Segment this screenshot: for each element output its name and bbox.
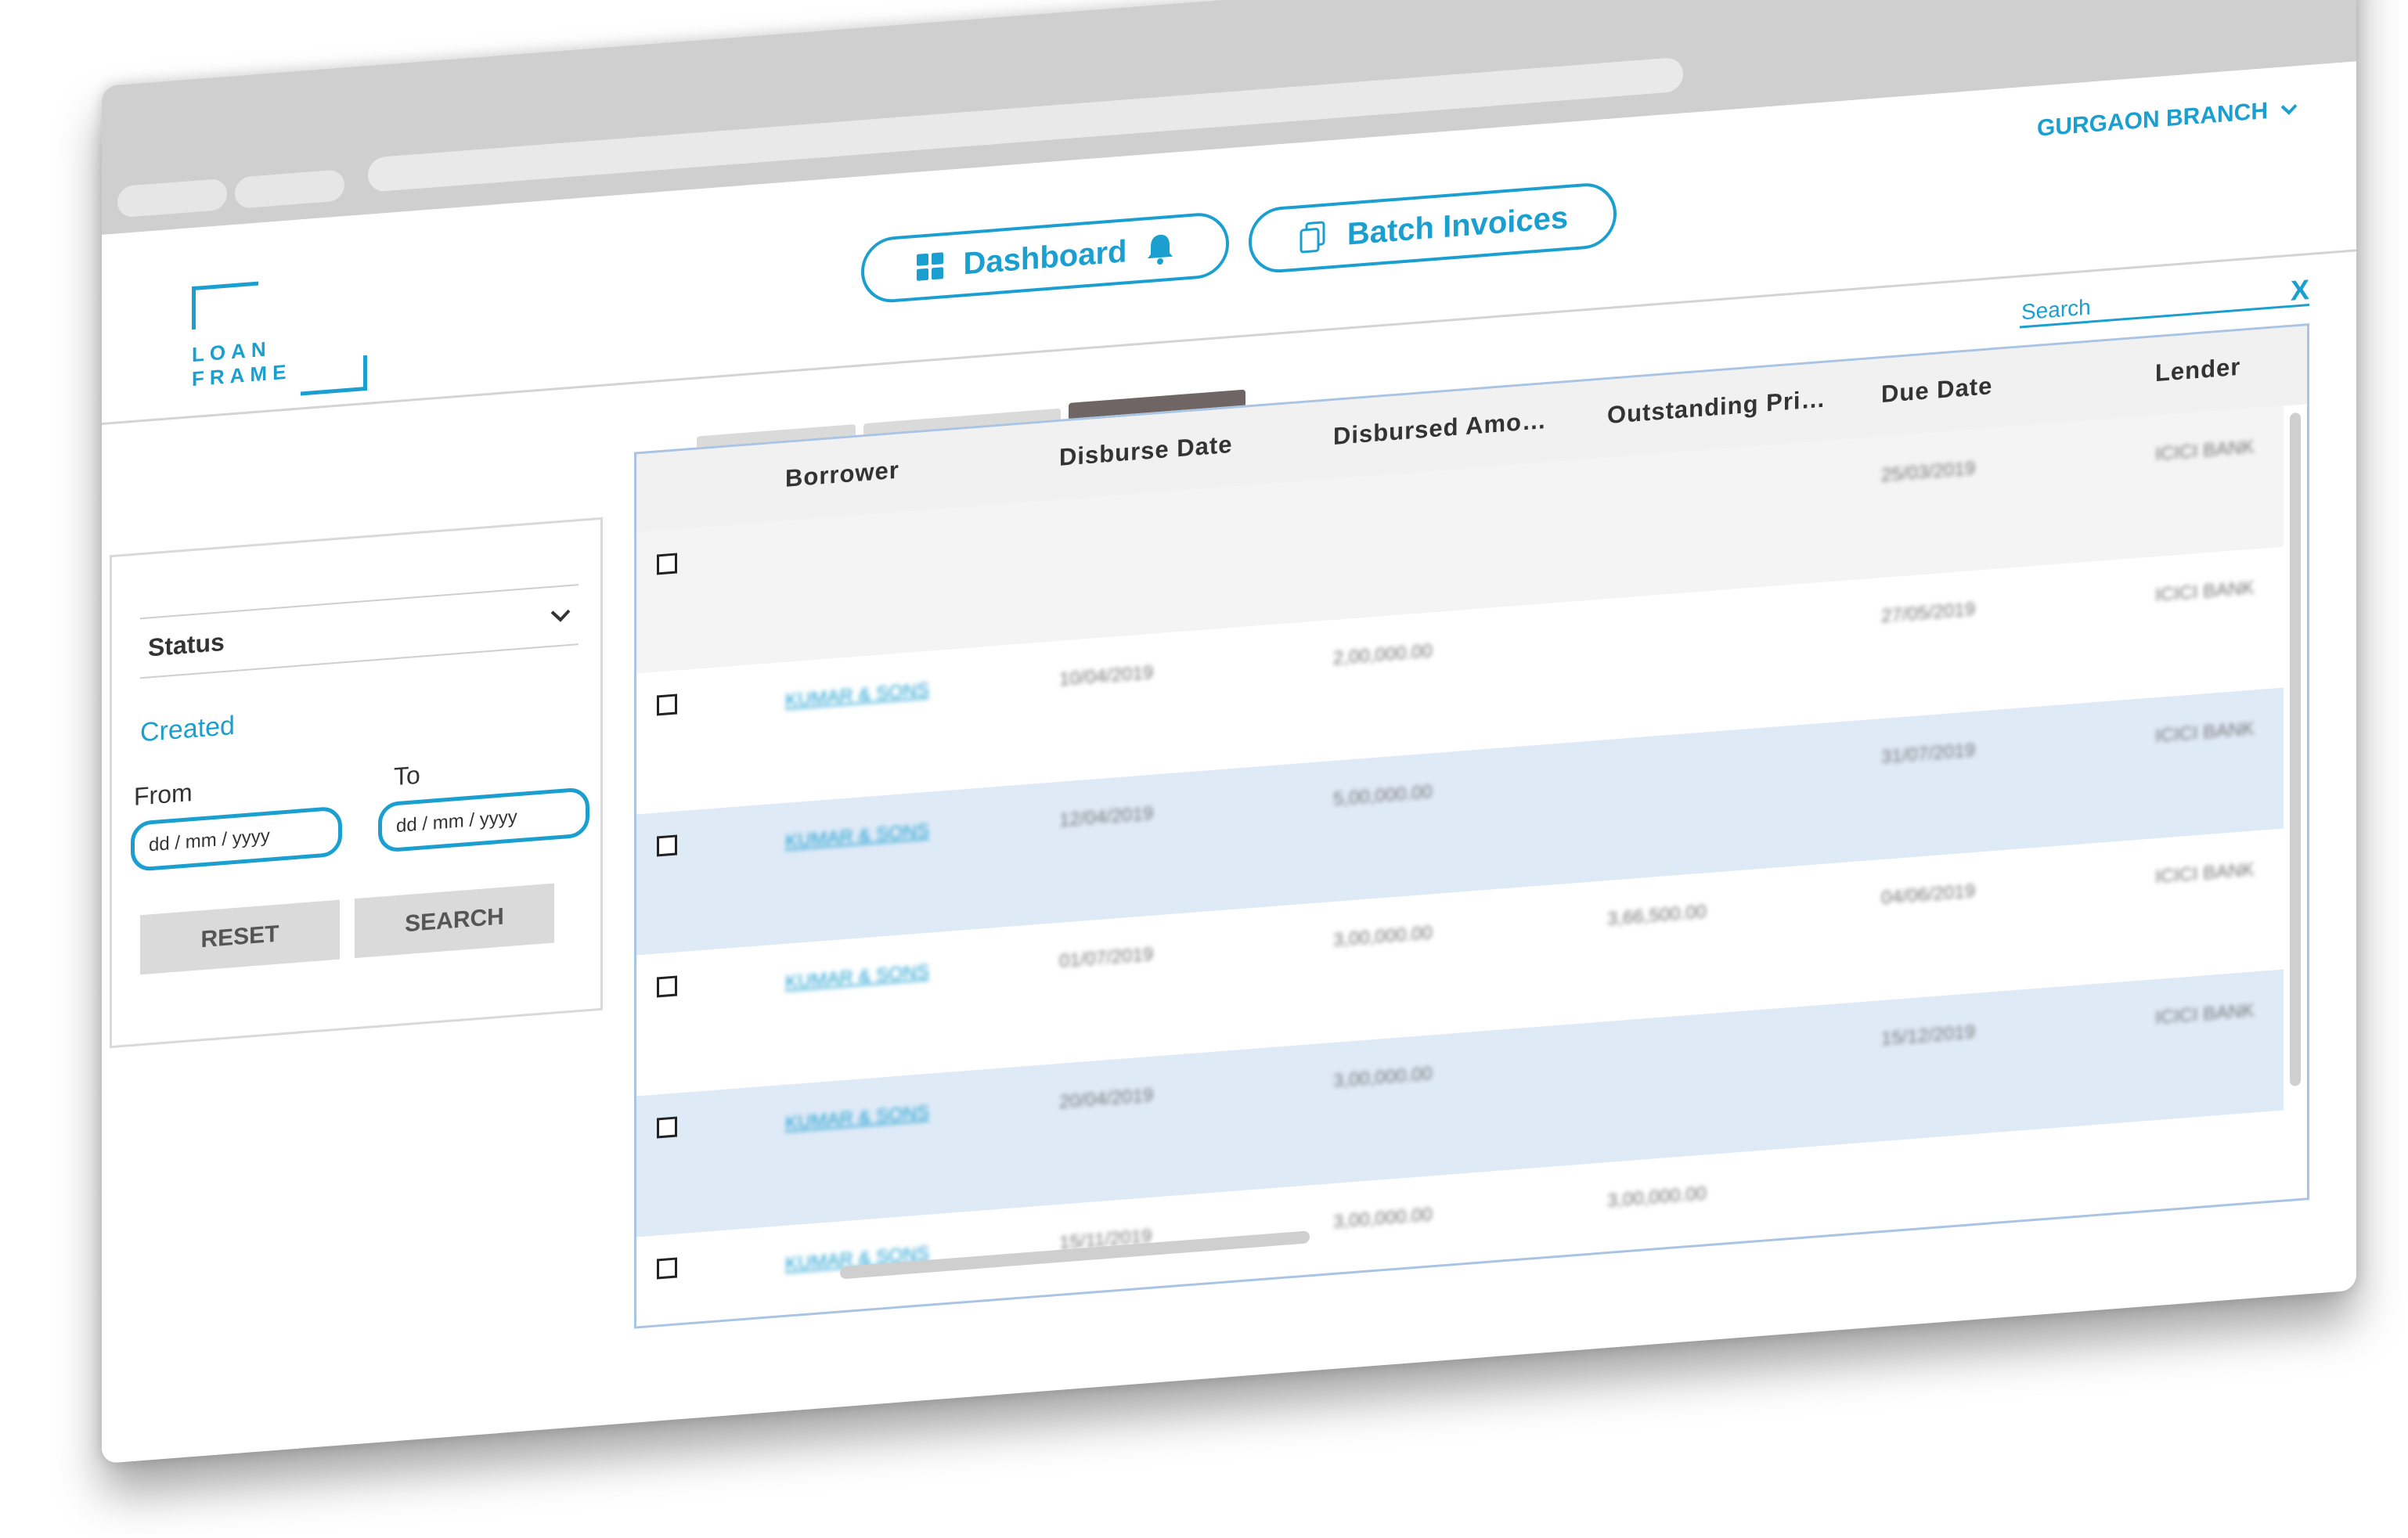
copy-icon [1300,221,1325,254]
browser-tab[interactable] [117,178,227,218]
status-dropdown[interactable]: Status [140,584,579,679]
disbursed-amount-cell: 3,00,000.00 [1333,1063,1433,1092]
logo: LOAN FRAME [192,272,372,404]
row-checkbox[interactable] [657,834,677,857]
batch-invoices-label: Batch Invoices [1346,200,1569,252]
column-header-disbursed-amount[interactable]: Disbursed Amo… [1333,406,1547,451]
disburse-date-cell: 01/07/2019 [1059,943,1154,972]
lender-cell: ICICI BANK [2155,718,2255,747]
due-date-cell: 04/06/2019 [1881,880,1976,909]
column-header-due-date[interactable]: Due Date [1881,372,1992,409]
lender-cell: ICICI BANK [2155,859,2255,888]
clear-search-button[interactable]: X [2291,273,2309,307]
created-label: Created [140,710,235,748]
to-date-input[interactable] [378,787,589,853]
due-date-cell: 27/05/2019 [1881,598,1976,628]
grid-icon [916,252,943,281]
outstanding-cell: 3,00,000.00 [1607,1183,1707,1212]
lender-cell: ICICI BANK [2155,436,2255,466]
disburse-date-cell: 12/04/2019 [1059,802,1154,831]
dashboard-label: Dashboard [963,233,1127,281]
column-header-borrower[interactable]: Borrower [785,456,899,493]
row-checkbox[interactable] [657,553,677,575]
to-label: To [394,760,420,791]
borrower-link[interactable]: KUMAR & SONS [785,961,929,994]
due-date-cell: 15/12/2019 [1881,1021,1976,1050]
tranches-table: Borrower Disburse Date Disbursed Amo… Ou… [634,323,2309,1329]
disbursed-amount-cell: 2,00,000.00 [1333,640,1433,669]
branch-label: GURGAON BRANCH [2037,98,2268,142]
browser-window: LOAN FRAME Dashboard Batch Invoices GURG… [102,0,2356,1464]
vertical-scrollbar[interactable] [2290,412,2301,1086]
column-header-lender[interactable]: Lender [2155,353,2240,387]
chevron-down-icon [550,609,571,622]
page-stage: LOAN FRAME Dashboard Batch Invoices GURG… [0,0,2408,1538]
lender-cell: ICICI BANK [2155,1000,2255,1029]
disburse-date-cell: 10/04/2019 [1059,661,1154,690]
outstanding-cell: 3,66,500.00 [1607,901,1707,931]
due-date-cell: 25/03/2019 [1881,457,1976,487]
from-date-input[interactable] [131,805,342,873]
column-header-disburse-date[interactable]: Disburse Date [1059,430,1232,472]
column-header-outstanding[interactable]: Outstanding Pri… [1607,385,1826,430]
logo-corner-top [192,281,258,330]
dashboard-button[interactable]: Dashboard [861,211,1229,305]
bell-icon[interactable] [1145,231,1175,266]
filter-panel: Status Created From To RESET SEARCH [110,517,603,1049]
chevron-down-icon [2280,104,2298,115]
borrower-link[interactable]: KUMAR & SONS [785,820,929,853]
batch-invoices-button[interactable]: Batch Invoices [1249,181,1617,276]
row-checkbox[interactable] [657,975,677,998]
row-checkbox[interactable] [657,1257,677,1280]
branch-selector[interactable]: GURGAON BRANCH [2037,95,2298,142]
borrower-link[interactable]: KUMAR & SONS [785,1102,929,1135]
row-checkbox[interactable] [657,1116,677,1139]
row-checkbox[interactable] [657,693,677,716]
from-label: From [134,778,193,811]
browser-tab[interactable] [235,169,344,209]
disbursed-amount-cell: 3,00,000.00 [1333,922,1433,951]
reset-button[interactable]: RESET [140,899,340,975]
disbursed-amount-cell: 5,00,000.00 [1333,781,1433,810]
borrower-link[interactable]: KUMAR & SONS [785,679,929,712]
due-date-cell: 31/07/2019 [1881,739,1976,769]
app-content: LOAN FRAME Dashboard Batch Invoices GURG… [102,61,2356,1464]
search-button[interactable]: SEARCH [355,883,554,959]
disbursed-amount-cell: 3,00,000.00 [1333,1204,1433,1233]
logo-corner-bottom [301,355,367,396]
search-box: X [2020,265,2309,329]
lender-cell: ICICI BANK [2155,577,2255,607]
disburse-date-cell: 20/04/2019 [1059,1084,1154,1113]
status-label: Status [148,627,225,661]
search-input[interactable] [2020,281,2258,326]
